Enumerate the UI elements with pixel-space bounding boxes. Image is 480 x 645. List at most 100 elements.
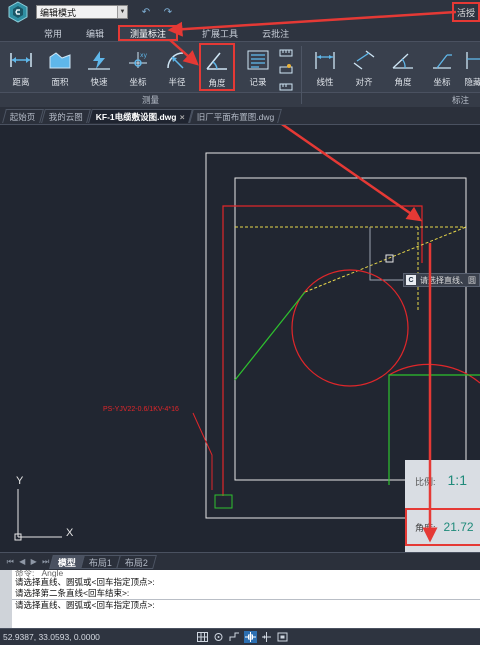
cursor-coordinates: 52.9387, 33.0593, 0.0000 (3, 632, 100, 642)
status-bar: 52.9387, 33.0593, 0.0000 (0, 628, 480, 645)
undo-icon[interactable]: ↶ (138, 4, 154, 20)
tool-label: 面积 (51, 77, 69, 87)
quick-measure-icon (85, 46, 113, 74)
tool-label: 角度 (394, 77, 412, 87)
fullscreen-icon[interactable] (276, 631, 289, 643)
doc-tab-my-cloud[interactable]: 我的云图 (40, 108, 91, 123)
tab-extension-tools[interactable]: 扩展工具 (192, 25, 248, 41)
doc-tab-label: 旧厂平面布置图.dwg (197, 111, 275, 121)
tab-label: 扩展工具 (202, 28, 239, 39)
record-list-icon (244, 46, 272, 74)
close-icon[interactable]: × (179, 111, 184, 121)
cad-logo-icon (8, 1, 28, 23)
linear-dim-button[interactable]: 线性 (307, 44, 343, 94)
first-layout-icon[interactable]: ⏮ (7, 557, 14, 567)
distance-button[interactable]: 距离 (3, 44, 39, 94)
command-window: 命令: _Angle 请选择直线、圆弧或<回车指定顶点>: 请选择第二条直线<回… (0, 570, 480, 628)
object-snap-icon[interactable] (244, 631, 257, 643)
linear-dim-icon (311, 46, 339, 74)
angle-icon (203, 47, 231, 75)
radius-button[interactable]: 半径 (159, 44, 195, 94)
arrow-to-vertex (281, 125, 423, 222)
layout-tab-1[interactable]: 布局1 (80, 554, 121, 569)
layout-tab-label: 布局1 (89, 557, 113, 567)
aligned-dim-icon (350, 46, 378, 74)
workspace-value: 编辑模式 (40, 7, 77, 18)
tab-label: 常用 (44, 28, 63, 39)
area-icon (46, 46, 74, 74)
polar-tracking-icon[interactable] (260, 631, 273, 643)
title-bar: 编辑模式 ▼ ↶ ↷ 活授 (0, 0, 480, 24)
tool-label: 快速 (90, 77, 108, 87)
tool-label: 记录 (249, 77, 267, 87)
svg-text:xy: xy (140, 52, 148, 59)
layout-nav: ⏮ ◀ ▶ ⏭ (0, 557, 52, 567)
snap-icon[interactable] (212, 631, 225, 643)
tab-measure-annotate[interactable]: 测量标注 (118, 25, 179, 41)
workspace-dropdown[interactable]: 编辑模式 ▼ (36, 5, 128, 19)
status-toggles (196, 631, 289, 643)
activate-link[interactable]: 活授 (451, 2, 480, 22)
annotation-arrows (281, 125, 438, 543)
ruler-clear-icon[interactable] (279, 80, 293, 92)
prev-layout-icon[interactable]: ◀ (19, 557, 25, 566)
distance-icon (7, 46, 35, 74)
doc-tab-label: 起始页 (9, 111, 36, 121)
tab-label: 编辑 (86, 28, 105, 39)
quick-measure-button[interactable]: 快速 (81, 44, 117, 94)
coordinate-button[interactable]: xy 坐标 (120, 44, 156, 94)
next-layout-icon[interactable]: ▶ (31, 557, 37, 566)
redo-icon[interactable]: ↷ (160, 4, 176, 20)
command-history-line: 命令: _Angle (15, 570, 64, 577)
document-tabs: 起始页 我的云图 KF-1电缆敷设图.dwg × 旧厂平面布置图.dwg (0, 107, 480, 125)
ribbon-tabs: 常用 编辑 测量标注 扩展工具 云批注 (0, 24, 480, 41)
layout-tab-label: 模型 (58, 557, 77, 567)
angular-dim-button[interactable]: 角度 (385, 44, 421, 94)
tool-label: 坐标 (129, 77, 147, 87)
angle-button[interactable]: 角度 (199, 43, 235, 91)
tool-label: 对齐 (355, 77, 373, 87)
tool-label: 线性 (316, 77, 334, 87)
doc-tab-kf1[interactable]: KF-1电缆敷设图.dwg × (87, 108, 193, 123)
command-input[interactable]: 请选择直线、圆弧或<回车指定顶点>: (12, 599, 480, 610)
tool-label: 隐藏 (464, 77, 480, 87)
app-window: 编辑模式 ▼ ↶ ↷ 活授 常用 编辑 测量标注 扩展工具 云批注 距离 面积 (0, 0, 480, 645)
doc-tab-old-plant[interactable]: 旧厂平面布置图.dwg (189, 108, 283, 123)
layout-tab-2[interactable]: 布局2 (116, 554, 157, 569)
hide-icon (463, 46, 480, 74)
doc-tab-label: KF-1电缆敷设图.dwg (95, 111, 177, 121)
chevron-down-icon: ▼ (117, 6, 127, 18)
coordinate-icon: xy (124, 46, 152, 74)
command-history-line: 请选择第二条直线<回车结束>: (15, 588, 130, 598)
measure-settings-stack (279, 46, 295, 92)
tool-label: 半径 (168, 77, 186, 87)
drawing-canvas[interactable]: PS-YJV22-0.6/1KV-4*16 Y X C 请选择直线、圆 比例: … (0, 125, 480, 552)
command-history-line: 请选择直线、圆弧或<回车指定顶点>: (15, 577, 155, 587)
group-separator (301, 46, 302, 104)
grid-icon[interactable] (196, 631, 209, 643)
ortho-icon[interactable] (228, 631, 241, 643)
record-button[interactable]: 记录 (240, 44, 276, 94)
layout-tab-model[interactable]: 模型 (49, 554, 85, 569)
ordinate-dim-button[interactable]: 坐标 (424, 44, 460, 94)
last-layout-icon[interactable]: ⏭ (42, 557, 49, 567)
ruler-settings-icon[interactable] (279, 46, 293, 58)
tool-label: 角度 (208, 78, 226, 88)
tool-label: 距离 (12, 77, 30, 87)
ribbon-panel: 距离 面积 快速 xy 坐标 半径 角度 记录 线性 对齐 角度 坐标 隐藏 测… (0, 41, 480, 107)
tab-common[interactable]: 常用 (34, 25, 72, 41)
tab-cloud-annotation[interactable]: 云批注 (252, 25, 299, 41)
aligned-dim-button[interactable]: 对齐 (346, 44, 382, 94)
layout-tabs: ⏮ ◀ ▶ ⏭ 模型 布局1 布局2 (0, 552, 480, 570)
area-button[interactable]: 面积 (42, 44, 78, 94)
layout-tab-label: 布局2 (125, 557, 149, 567)
group-label-annotate: 标注 (452, 95, 470, 105)
ordinate-dim-icon (428, 46, 456, 74)
app-logo[interactable] (6, 0, 30, 24)
ruler-scale-icon[interactable] (279, 63, 293, 75)
radius-icon (163, 46, 191, 74)
hide-dim-button[interactable]: 隐藏 (461, 44, 480, 94)
tab-edit[interactable]: 编辑 (76, 25, 114, 41)
doc-tab-start[interactable]: 起始页 (2, 108, 44, 123)
tab-label: 测量标注 (130, 28, 167, 39)
